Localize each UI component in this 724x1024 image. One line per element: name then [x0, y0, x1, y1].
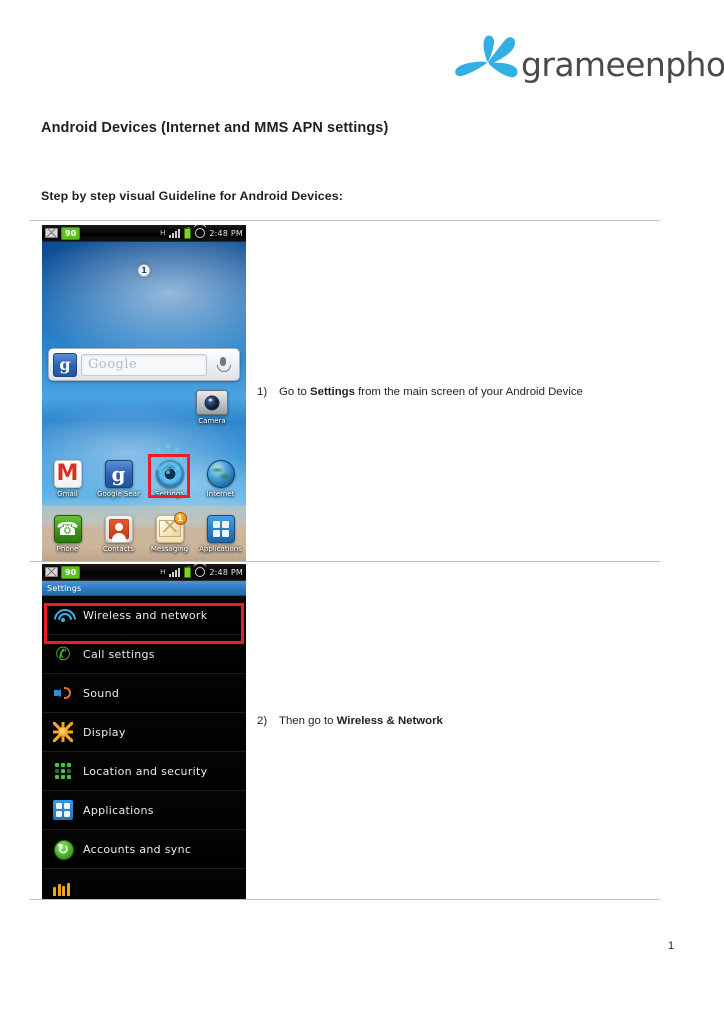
settings-item-wireless-and-network[interactable]: Wireless and network [42, 596, 246, 635]
settings-item-label: Wireless and network [83, 608, 208, 622]
privacy-icon [53, 878, 73, 898]
search-placeholder: Google [88, 357, 138, 372]
grameenphone-propeller-icon [455, 35, 518, 78]
settings-item-label: Sound [83, 686, 120, 700]
app-icon-internet[interactable]: Internet [198, 460, 244, 499]
app-row-dock: Phone Contacts 1 Messaging [42, 512, 246, 554]
page-number: 1 [668, 940, 675, 952]
settings-item-sound[interactable]: Sound [42, 674, 246, 713]
settings-screen-screenshot: 90 H 2:48 PM Settings Wireless and netwo… [42, 564, 246, 899]
sound-speaker-icon [53, 683, 73, 703]
camera-label: Camera [198, 417, 226, 425]
mail-icon [45, 567, 58, 577]
settings-item-accounts-and-sync[interactable]: Accounts and sync [42, 830, 246, 869]
status-badge: 90 [61, 565, 81, 579]
step-1-bold: Settings [310, 386, 355, 398]
settings-item-display[interactable]: Display [42, 713, 246, 752]
accounts-sync-icon [53, 839, 74, 860]
settings-title-bar: Settings [42, 581, 246, 596]
status-bar: 90 H 2:48 PM [42, 225, 246, 242]
app-label: Internet [206, 490, 235, 498]
app-label: Settings [155, 490, 184, 498]
status-clock: 2:48 PM [209, 228, 243, 238]
google-search-icon [104, 460, 133, 488]
mail-icon [45, 228, 58, 238]
step-1-text: 1) Go to Settings from the main screen of… [257, 386, 583, 398]
grameenphone-logo: grameenphone [455, 33, 724, 95]
divider-middle [30, 561, 660, 562]
location-security-icon [53, 761, 73, 781]
gmail-icon [53, 460, 82, 488]
google-search-widget[interactable]: g Google [48, 348, 240, 381]
battery-icon [184, 226, 192, 239]
status-badge: 90 [61, 226, 81, 240]
app-row-primary: Gmail Google Sear [42, 444, 246, 499]
alarm-clock-icon [195, 567, 206, 577]
app-label: Phone [56, 545, 79, 553]
app-label: Contacts [103, 545, 134, 553]
step-1-prefix: Go to [279, 386, 311, 398]
camera-icon [196, 390, 228, 415]
settings-item-location-and-security[interactable]: Location and security [42, 752, 246, 791]
camera-shortcut[interactable]: Camera [188, 390, 236, 426]
microphone-icon[interactable] [211, 353, 235, 377]
settings-item-cut-off[interactable] [42, 869, 246, 899]
page-title: Android Devices (Internet and MMS APN se… [41, 120, 389, 136]
network-type-icon: H [160, 568, 166, 576]
app-icon-google-search[interactable]: Google Sear [96, 460, 142, 499]
search-input[interactable]: Google [81, 353, 207, 376]
divider-top [30, 220, 660, 221]
signal-bars-icon [169, 228, 181, 238]
divider-bottom [30, 899, 660, 900]
settings-item-label: Applications [83, 803, 154, 817]
messaging-badge: 1 [173, 512, 187, 525]
applications-grid-icon [206, 515, 235, 543]
app-icon-applications[interactable]: Applications [198, 515, 244, 554]
step-1-suffix: from the main screen of your Android Dev… [354, 386, 583, 398]
settings-item-label: Accounts and sync [83, 842, 192, 856]
step-2-prefix: Then go to [279, 715, 337, 727]
home-screen-wallpaper: 1 g Google Camera Gmail [42, 242, 246, 561]
app-icon-messaging[interactable]: 1 Messaging [147, 512, 193, 554]
settings-item-label: Display [83, 725, 126, 739]
app-label: Messaging [150, 545, 189, 553]
applications-grid-icon [53, 800, 73, 820]
messaging-icon: 1 [155, 512, 187, 543]
display-brightness-icon [53, 722, 73, 742]
internet-browser-icon [206, 460, 235, 488]
page-subtitle: Step by step visual Guideline for Androi… [41, 189, 343, 203]
settings-item-label: Call settings [83, 647, 155, 661]
app-label: Google Sear [97, 490, 140, 498]
page-indicator: 1 [137, 264, 151, 277]
status-bar: 90 H 2:48 PM [42, 564, 246, 581]
settings-item-label: Location and security [83, 764, 208, 778]
app-label: Applications [199, 545, 242, 553]
step-1-number: 1) [257, 386, 268, 398]
call-icon [53, 644, 73, 664]
settings-gear-icon [152, 444, 184, 488]
signal-bars-icon [169, 567, 181, 577]
settings-list: Settings Wireless and network Call setti… [42, 581, 246, 899]
wifi-icon [53, 605, 73, 625]
step-2-text: 2) Then go to Wireless & Network [257, 715, 443, 727]
step-2-number: 2) [257, 715, 268, 727]
settings-item-call-settings[interactable]: Call settings [42, 635, 246, 674]
contacts-icon [104, 515, 133, 543]
settings-item-applications[interactable]: Applications [42, 791, 246, 830]
app-icon-contacts[interactable]: Contacts [96, 515, 142, 554]
app-icon-gmail[interactable]: Gmail [45, 460, 91, 499]
alarm-clock-icon [195, 228, 206, 238]
google-g-icon: g [53, 352, 77, 377]
app-icon-phone[interactable]: Phone [45, 515, 91, 554]
phone-icon [53, 515, 82, 543]
battery-icon [184, 565, 192, 578]
app-label: Gmail [57, 490, 78, 498]
app-icon-settings[interactable]: Settings [147, 444, 193, 499]
grameenphone-wordmark: grameenphone [521, 44, 724, 84]
network-type-icon: H [160, 229, 166, 237]
document-page: grameenphone Android Devices (Internet a… [0, 0, 724, 1024]
step-2-bold: Wireless & Network [336, 715, 443, 727]
status-clock: 2:48 PM [209, 567, 243, 577]
home-screen-screenshot: 90 H 2:48 PM 1 g Google Camera M Gmail g… [42, 225, 246, 561]
